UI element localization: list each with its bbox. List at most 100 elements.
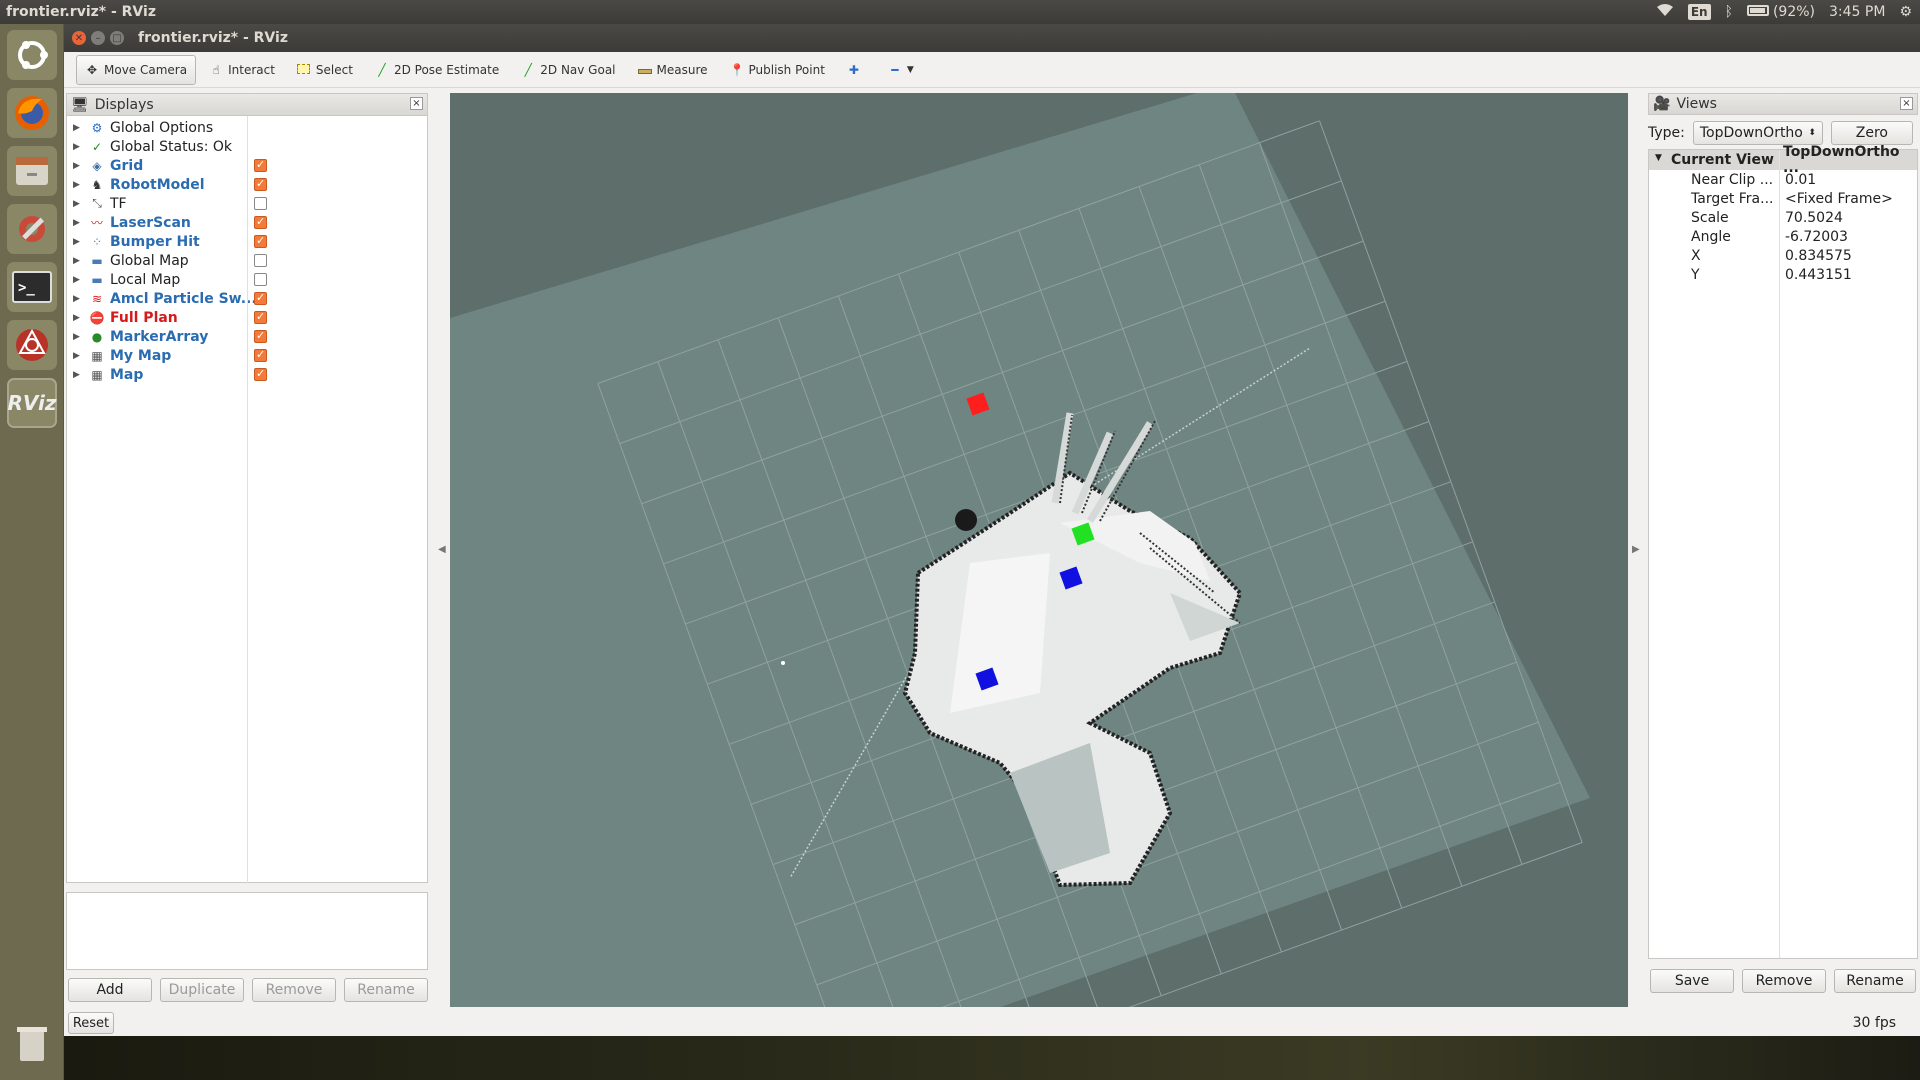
display-item-label: MarkerArray xyxy=(110,328,209,345)
display-enabled-checkbox[interactable] xyxy=(254,367,267,381)
display-item[interactable]: ▶ ♞ RobotModel xyxy=(67,175,267,194)
display-enabled-checkbox[interactable] xyxy=(254,310,267,324)
display-item[interactable]: ▶ ⚙ Global Options xyxy=(67,118,213,137)
display-enabled-checkbox[interactable] xyxy=(254,234,267,248)
display-item[interactable]: ▶ ▦ Map xyxy=(67,365,267,384)
keyboard-language-indicator[interactable]: En xyxy=(1687,4,1711,20)
view-prop-value[interactable]: <Fixed Frame> xyxy=(1785,189,1893,208)
select-button[interactable]: Select xyxy=(288,55,362,85)
display-enabled-checkbox[interactable] xyxy=(254,348,267,362)
map-icon: ▦ xyxy=(91,348,103,363)
3d-viewport[interactable] xyxy=(450,93,1628,1007)
move-camera-button[interactable]: ✥ Move Camera xyxy=(76,54,197,85)
expand-arrow-icon[interactable]: ▶ xyxy=(73,294,85,304)
system-settings-icon[interactable] xyxy=(7,204,57,254)
hand-icon: ☝ xyxy=(212,62,220,77)
current-view-row[interactable]: ▼ Current View TopDownOrtho ... xyxy=(1649,144,1917,176)
display-item[interactable]: ▶ ✓ Global Status: Ok xyxy=(67,137,232,156)
views-title: Views xyxy=(1676,96,1717,112)
expand-arrow-icon[interactable]: ▶ xyxy=(73,199,85,209)
display-item[interactable]: ▶ ⛔ Full Plan xyxy=(67,308,267,327)
trash-icon[interactable] xyxy=(7,1018,57,1068)
measure-button[interactable]: Measure xyxy=(629,55,717,85)
display-item[interactable]: ▶ ● MarkerArray xyxy=(67,327,267,346)
display-item[interactable]: ▶ ⁘ Bumper Hit xyxy=(67,232,267,251)
expand-arrow-icon[interactable]: ▶ xyxy=(73,142,85,152)
2d-pose-estimate-button[interactable]: ╱ 2D Pose Estimate xyxy=(366,55,508,85)
close-panel-icon[interactable]: × xyxy=(410,97,423,110)
reset-button[interactable]: Reset xyxy=(68,1012,114,1034)
expand-arrow-icon[interactable]: ▼ xyxy=(1655,153,1662,163)
view-prop-value[interactable]: 0.443151 xyxy=(1785,265,1852,284)
ros-app-icon[interactable] xyxy=(7,320,57,370)
add-tool-button[interactable]: ✚ xyxy=(838,55,875,85)
display-item[interactable]: ▶ ▬ Local Map xyxy=(67,270,267,289)
duplicate-display-button[interactable]: Duplicate xyxy=(160,978,244,1002)
collapse-right-arrow-icon[interactable]: ▶ xyxy=(1632,544,1640,555)
expand-arrow-icon[interactable]: ▶ xyxy=(73,275,85,285)
nav-goal-label: 2D Nav Goal xyxy=(540,62,616,77)
grid-icon: ◈ xyxy=(92,158,102,173)
expand-arrow-icon[interactable]: ▶ xyxy=(73,123,85,133)
display-item[interactable]: ▶ ▬ Global Map xyxy=(67,251,267,270)
collapse-left-arrow-icon[interactable]: ◀ xyxy=(438,544,446,555)
expand-arrow-icon[interactable]: ▶ xyxy=(73,161,85,171)
rename-view-button[interactable]: Rename xyxy=(1834,969,1916,993)
remove-tool-button[interactable]: ━ ▼ xyxy=(879,55,923,85)
display-item[interactable]: ▶ ◈ Grid xyxy=(67,156,267,175)
maximize-window-button[interactable]: □ xyxy=(110,31,124,45)
rviz-icon[interactable]: RViz xyxy=(7,378,57,428)
rename-display-button[interactable]: Rename xyxy=(344,978,428,1002)
view-prop-value[interactable]: 70.5024 xyxy=(1785,208,1843,227)
minimize-window-button[interactable]: – xyxy=(91,31,105,45)
robot-icon: ♞ xyxy=(91,177,103,192)
view-type-select[interactable]: TopDownOrtho ⬍ xyxy=(1692,121,1823,145)
2d-nav-goal-button[interactable]: ╱ 2D Nav Goal xyxy=(512,55,624,85)
files-icon[interactable] xyxy=(7,146,57,196)
expand-arrow-icon[interactable]: ▶ xyxy=(73,351,85,361)
ubuntu-dash-icon[interactable] xyxy=(7,30,57,80)
bluetooth-icon[interactable]: ᛒ xyxy=(1725,4,1733,20)
view-prop-value[interactable]: -6.72003 xyxy=(1785,227,1848,246)
expand-arrow-icon[interactable]: ▶ xyxy=(73,256,85,266)
zero-view-button[interactable]: Zero xyxy=(1830,121,1913,145)
dropdown-arrow-icon: ▼ xyxy=(906,64,914,75)
battery-indicator[interactable]: (92%) xyxy=(1746,4,1815,20)
clock[interactable]: 3:45 PM xyxy=(1829,4,1885,20)
expand-arrow-icon[interactable]: ▶ xyxy=(73,313,85,323)
publish-point-button[interactable]: 📍 Publish Point xyxy=(721,55,834,85)
display-enabled-checkbox[interactable] xyxy=(254,197,267,210)
display-enabled-checkbox[interactable] xyxy=(254,177,267,191)
expand-arrow-icon[interactable]: ▶ xyxy=(73,218,85,228)
view-prop-name: Angle xyxy=(1691,228,1731,245)
display-enabled-checkbox[interactable] xyxy=(254,291,267,305)
display-item[interactable]: ▶ ▦ My Map xyxy=(67,346,267,365)
close-panel-icon[interactable]: × xyxy=(1900,97,1913,110)
display-enabled-checkbox[interactable] xyxy=(254,273,267,286)
terminal-icon[interactable]: >_ xyxy=(7,262,57,312)
expand-arrow-icon[interactable]: ▶ xyxy=(73,237,85,247)
add-display-button[interactable]: Add xyxy=(68,978,152,1002)
firefox-icon[interactable] xyxy=(7,88,57,138)
wifi-icon[interactable] xyxy=(1656,3,1674,21)
display-enabled-checkbox[interactable] xyxy=(254,215,267,229)
display-item[interactable]: ▶ 〰 LaserScan xyxy=(67,213,267,232)
display-item-label: Full Plan xyxy=(110,309,178,326)
expand-arrow-icon[interactable]: ▶ xyxy=(73,180,85,190)
expand-arrow-icon[interactable]: ▶ xyxy=(73,332,85,342)
close-window-button[interactable]: ✕ xyxy=(72,31,86,45)
display-item[interactable]: ▶ ≋ Amcl Particle Sw... xyxy=(67,289,267,308)
expand-arrow-icon[interactable]: ▶ xyxy=(73,370,85,380)
display-enabled-checkbox[interactable] xyxy=(254,254,267,267)
remove-view-button[interactable]: Remove xyxy=(1742,969,1826,993)
view-prop-value[interactable]: 0.834575 xyxy=(1785,246,1852,265)
display-enabled-checkbox[interactable] xyxy=(254,329,267,343)
interact-button[interactable]: ☝ Interact xyxy=(200,55,284,85)
remove-display-button[interactable]: Remove xyxy=(252,978,336,1002)
display-item-label: My Map xyxy=(110,347,172,364)
display-enabled-checkbox[interactable] xyxy=(254,158,267,172)
gear-icon[interactable]: ⚙ xyxy=(1899,4,1912,20)
save-view-button[interactable]: Save xyxy=(1650,969,1734,993)
display-item[interactable]: ▶ ⤡ TF xyxy=(67,194,267,213)
view-prop-value[interactable]: 0.01 xyxy=(1785,170,1816,189)
